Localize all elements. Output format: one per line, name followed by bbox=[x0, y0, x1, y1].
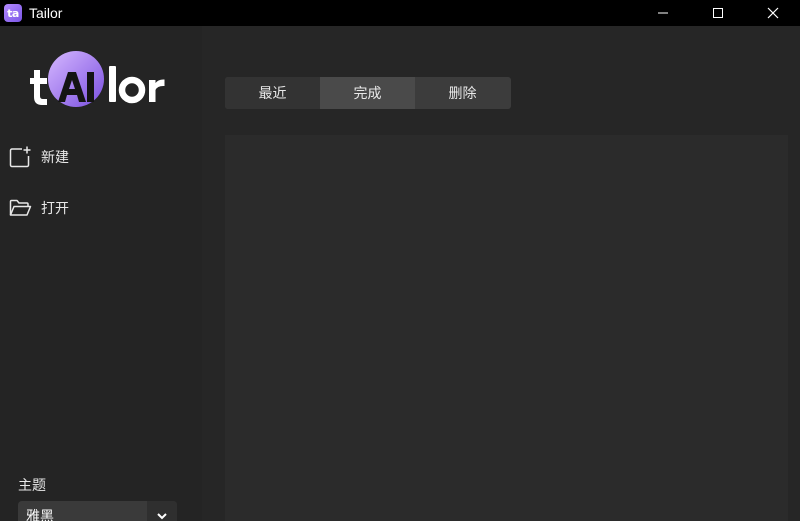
app-logo-icon: ta bbox=[4, 4, 22, 22]
minimize-icon bbox=[657, 12, 668, 14]
window-title: Tailor bbox=[29, 5, 63, 21]
sidebar-item-open[interactable]: 打开 bbox=[8, 193, 69, 223]
theme-select[interactable]: 雅黑 bbox=[18, 501, 177, 521]
sidebar: 新建 打开 主题 雅黑 bbox=[0, 26, 202, 521]
window-controls bbox=[635, 0, 800, 26]
tab-bar: 最近 完成 删除 bbox=[225, 77, 511, 109]
tab-label: 最近 bbox=[258, 86, 287, 102]
tab-completed[interactable]: 完成 bbox=[320, 77, 415, 109]
main-area: 最近 完成 删除 bbox=[202, 26, 800, 521]
tab-deleted[interactable]: 删除 bbox=[415, 77, 510, 109]
close-icon bbox=[767, 7, 778, 19]
sidebar-item-new[interactable]: 新建 bbox=[8, 142, 69, 172]
content-panel bbox=[225, 135, 788, 521]
chevron-down-icon[interactable] bbox=[147, 501, 177, 521]
theme-label: 主题 bbox=[18, 478, 46, 494]
app-window: ta Tailor 新建 打开 主题 雅黑 最近 完成 删除 bbox=[0, 0, 800, 521]
maximize-icon bbox=[712, 8, 723, 18]
sidebar-item-label: 打开 bbox=[41, 201, 69, 217]
maximize-button[interactable] bbox=[690, 0, 745, 26]
tab-label: 删除 bbox=[448, 86, 477, 102]
sidebar-item-label: 新建 bbox=[41, 150, 69, 166]
new-file-icon bbox=[8, 145, 32, 169]
close-button[interactable] bbox=[745, 0, 800, 26]
tailor-logo bbox=[30, 51, 165, 107]
app-icon-text: ta bbox=[7, 6, 19, 20]
minimize-button[interactable] bbox=[635, 0, 690, 26]
title-bar: ta Tailor bbox=[0, 0, 800, 26]
theme-select-value: 雅黑 bbox=[26, 509, 54, 521]
tab-label: 完成 bbox=[353, 86, 382, 102]
folder-open-icon bbox=[8, 196, 32, 220]
tab-recent[interactable]: 最近 bbox=[225, 77, 320, 109]
